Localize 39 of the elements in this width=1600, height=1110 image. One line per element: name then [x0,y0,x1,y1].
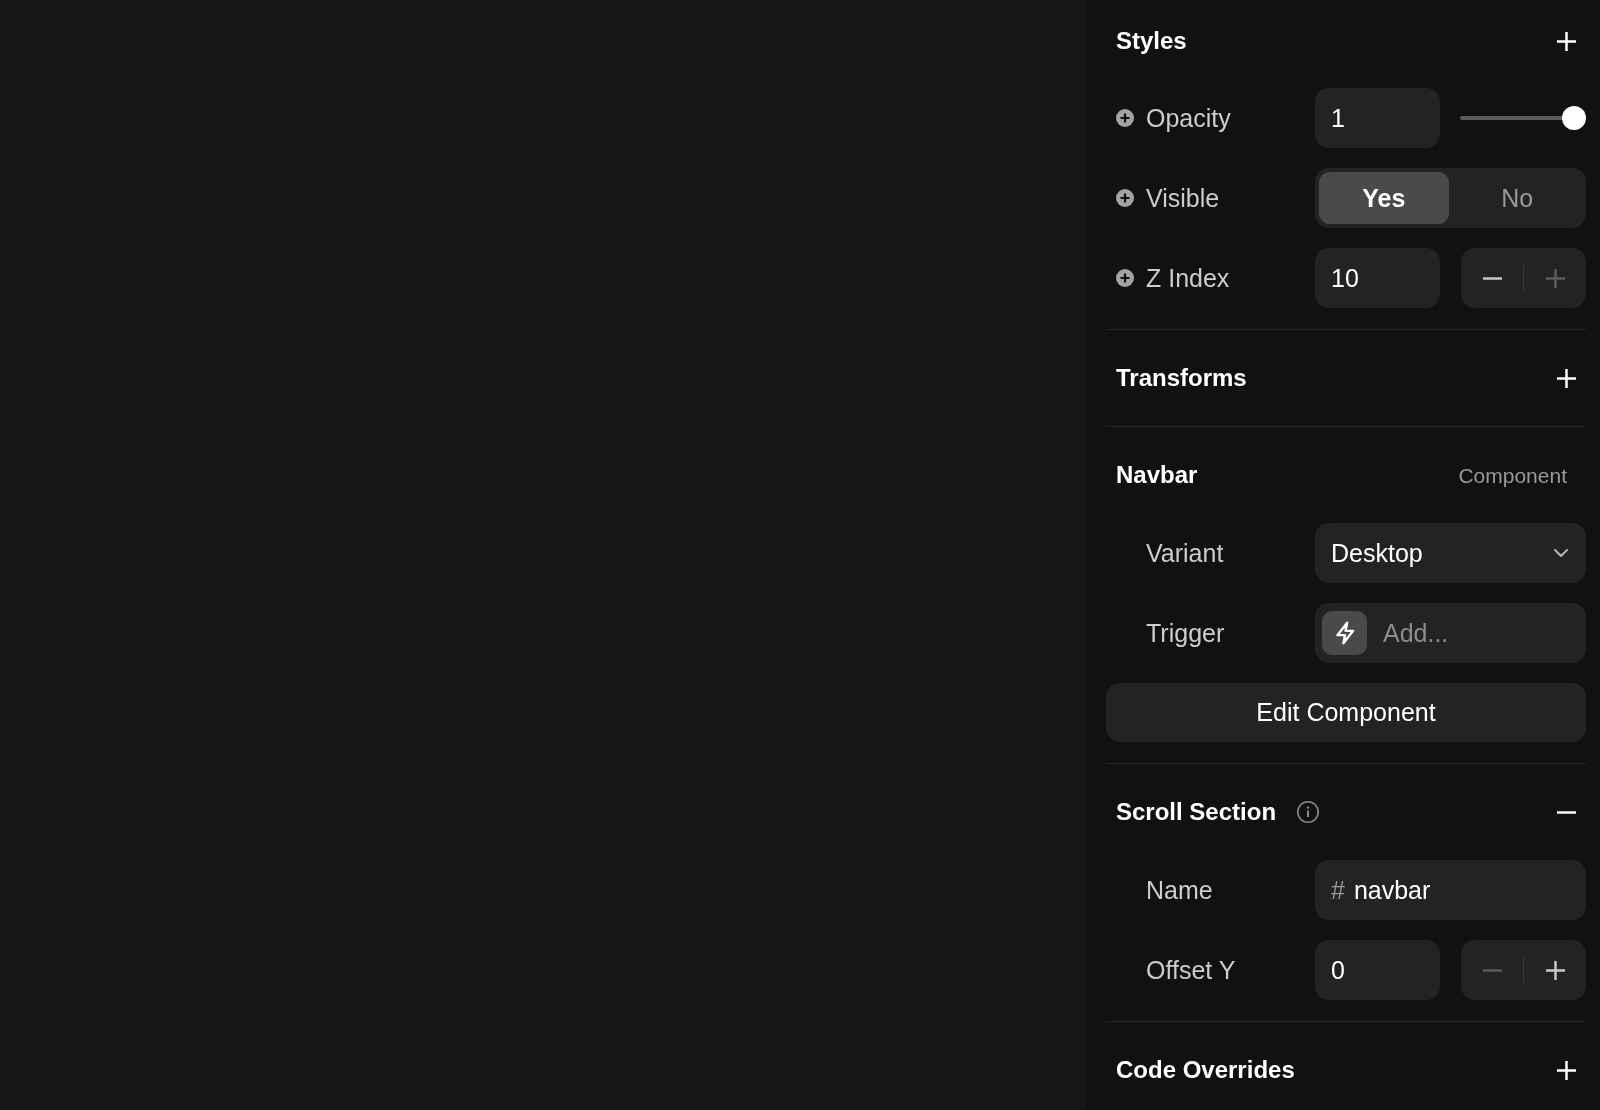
plus-icon [1545,960,1565,980]
property-label: Offset Y [1146,957,1236,983]
component-tag: Component [1458,464,1567,486]
chevron-down-icon [1554,549,1568,557]
placeholder-text: Add... [1383,620,1449,646]
plus-circle-icon[interactable] [1116,269,1134,287]
lightning-bolt-icon[interactable] [1322,611,1367,655]
section-title: Code Overrides [1116,1058,1295,1082]
plus-circle-icon[interactable] [1116,109,1134,127]
property-label: Visible [1146,185,1220,211]
trigger-field[interactable]: Add... [1315,603,1586,663]
slider-thumb[interactable] [1562,106,1586,130]
section-title: Scroll Section [1116,800,1277,824]
section-title: Transforms [1116,366,1247,390]
minus-icon[interactable] [1557,810,1576,814]
section-title: Navbar [1116,463,1198,487]
section-title: Styles [1116,29,1187,53]
minus-icon [1482,276,1502,280]
edit-component-button[interactable]: Edit Component [1106,683,1586,742]
id-input-field[interactable]: # navbar [1315,860,1586,920]
segment-tab[interactable]: Yes [1319,172,1449,224]
plus-circle-icon[interactable] [1116,189,1134,207]
dropdown-value: Desktop [1331,540,1423,566]
segment-tab[interactable]: No [1452,172,1582,224]
property-label: Z Index [1146,265,1230,291]
property-label: Name [1146,877,1213,903]
number-field[interactable]: 1 [1315,88,1440,148]
plus-icon[interactable] [1557,31,1576,51]
info-icon[interactable] [1297,801,1320,823]
property-label: Opacity [1146,105,1231,131]
property-label: Variant [1146,540,1224,566]
plus-icon[interactable] [1557,368,1576,388]
plus-icon [1545,268,1565,288]
minus-icon [1482,968,1502,972]
number-field[interactable]: 0 [1315,940,1440,1000]
plus-icon[interactable] [1557,1060,1576,1080]
number-field[interactable]: 10 [1315,248,1440,308]
variant-dropdown[interactable]: Desktop [1315,523,1586,583]
property-label: Trigger [1146,620,1225,646]
